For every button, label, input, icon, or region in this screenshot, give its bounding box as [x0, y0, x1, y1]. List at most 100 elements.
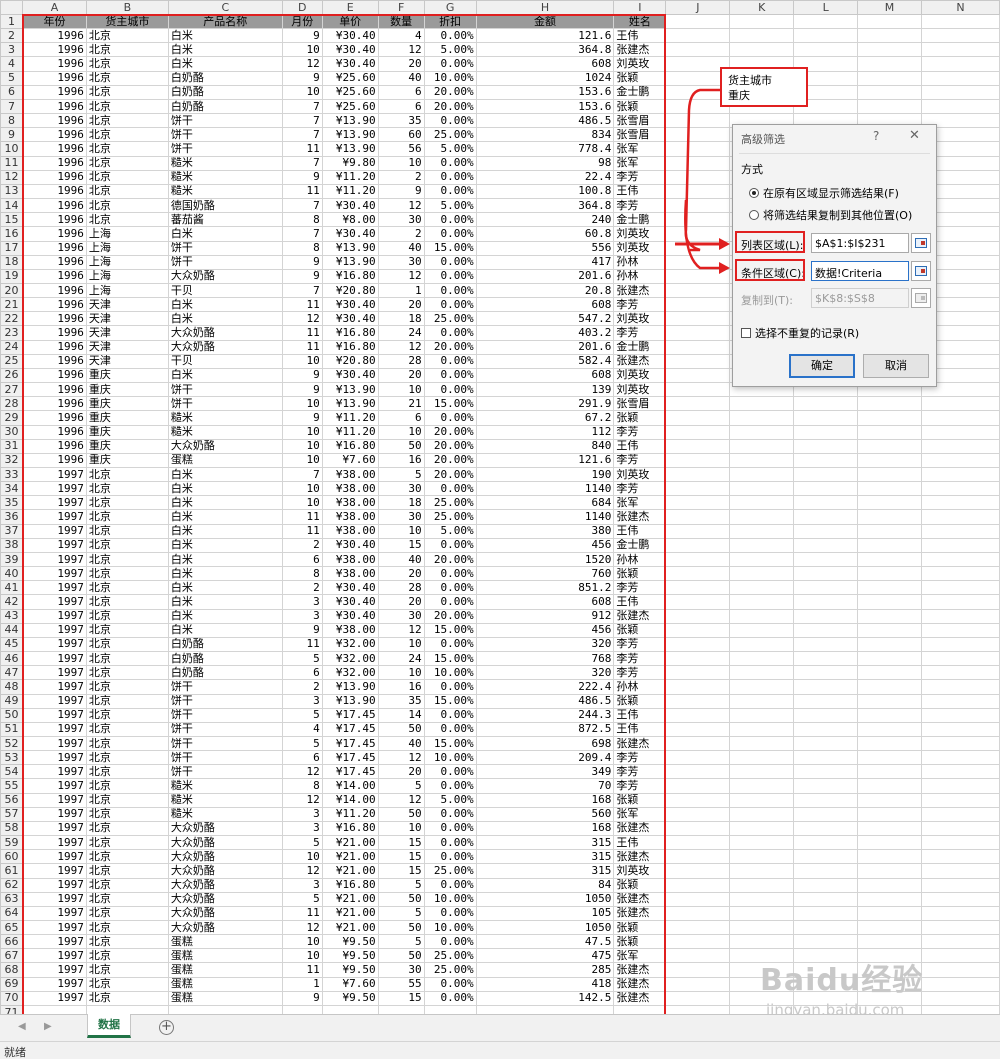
data-cell[interactable]: 干贝: [167, 353, 283, 369]
data-cell[interactable]: ¥20.80: [321, 282, 379, 299]
empty-cell[interactable]: [793, 509, 859, 525]
row-header[interactable]: 16: [0, 226, 23, 242]
data-cell[interactable]: 10: [377, 382, 425, 398]
data-cell[interactable]: 1: [281, 976, 323, 992]
empty-cell[interactable]: [729, 509, 795, 525]
empty-cell[interactable]: [857, 693, 922, 709]
data-cell[interactable]: 1520: [475, 551, 615, 568]
data-cell[interactable]: 364.8: [475, 42, 615, 58]
data-cell[interactable]: 北京: [85, 962, 169, 978]
data-cell[interactable]: 20.00%: [423, 608, 477, 624]
data-cell[interactable]: 50: [377, 919, 425, 936]
data-cell[interactable]: 白米: [167, 622, 283, 638]
empty-cell[interactable]: [921, 905, 1000, 922]
empty-cell[interactable]: [729, 580, 795, 596]
data-cell[interactable]: ¥16.80: [321, 820, 379, 837]
data-cell[interactable]: 684: [475, 495, 615, 511]
empty-cell[interactable]: [665, 183, 731, 200]
empty-cell[interactable]: [729, 665, 795, 681]
data-cell[interactable]: 0.00%: [423, 566, 477, 582]
data-cell[interactable]: 2: [377, 226, 425, 242]
data-cell[interactable]: 蛋糕: [167, 934, 283, 950]
data-cell[interactable]: 李芳: [613, 750, 667, 766]
empty-cell[interactable]: [857, 509, 922, 525]
data-cell[interactable]: 张颖: [613, 919, 667, 936]
empty-cell[interactable]: [921, 28, 1000, 44]
empty-cell[interactable]: [729, 863, 795, 879]
data-cell[interactable]: 12: [377, 339, 425, 355]
data-cell[interactable]: 0.00%: [423, 849, 477, 865]
data-cell[interactable]: 1996: [21, 325, 87, 341]
data-cell[interactable]: ¥30.40: [321, 367, 379, 384]
data-cell[interactable]: 糙米: [167, 183, 283, 200]
empty-cell[interactable]: [921, 98, 1000, 115]
data-cell[interactable]: 12: [281, 311, 323, 327]
data-cell[interactable]: ¥13.90: [321, 240, 379, 256]
empty-cell[interactable]: [857, 466, 922, 483]
empty-cell[interactable]: [793, 919, 859, 936]
data-cell[interactable]: ¥16.80: [321, 339, 379, 355]
data-cell[interactable]: 1996: [21, 56, 87, 72]
data-cell[interactable]: 2: [281, 679, 323, 695]
header-cell[interactable]: 产品名称: [167, 13, 283, 30]
empty-cell[interactable]: [665, 693, 731, 709]
data-cell[interactable]: ¥16.80: [321, 877, 379, 893]
empty-cell[interactable]: [793, 764, 859, 780]
data-cell[interactable]: 1996: [21, 268, 87, 284]
empty-cell[interactable]: [921, 42, 1000, 58]
data-cell[interactable]: 0.00%: [423, 990, 477, 1006]
data-cell[interactable]: 9: [281, 622, 323, 638]
row-header[interactable]: 62: [0, 877, 23, 893]
data-cell[interactable]: 蛋糕: [167, 990, 283, 1006]
data-cell[interactable]: 6: [377, 84, 425, 100]
empty-cell[interactable]: [857, 849, 922, 865]
empty-cell[interactable]: [793, 580, 859, 596]
data-cell[interactable]: 1997: [21, 693, 87, 709]
data-cell[interactable]: 北京: [85, 127, 169, 143]
row-header[interactable]: 40: [0, 566, 23, 582]
empty-cell[interactable]: [665, 410, 731, 426]
data-cell[interactable]: 418: [475, 976, 615, 992]
data-cell[interactable]: 北京: [85, 707, 169, 723]
data-cell[interactable]: 刘英玫: [613, 226, 667, 242]
data-cell[interactable]: 1997: [21, 792, 87, 808]
data-cell[interactable]: 50: [377, 891, 425, 907]
row-header[interactable]: 51: [0, 721, 23, 737]
criteria-range-input[interactable]: 数据!Criteria: [811, 261, 909, 281]
empty-cell[interactable]: [665, 537, 731, 553]
empty-cell[interactable]: [793, 594, 859, 610]
data-cell[interactable]: 608: [475, 594, 615, 610]
data-cell[interactable]: 1997: [21, 509, 87, 525]
empty-cell[interactable]: [921, 806, 1000, 822]
empty-cell[interactable]: [729, 636, 795, 653]
data-cell[interactable]: 北京: [85, 70, 169, 86]
data-cell[interactable]: 5: [281, 735, 323, 752]
data-cell[interactable]: 0.00%: [423, 806, 477, 822]
empty-cell[interactable]: [281, 1004, 323, 1014]
empty-cell[interactable]: [729, 990, 795, 1006]
empty-cell[interactable]: [793, 891, 859, 907]
empty-cell[interactable]: [793, 735, 859, 752]
column-header[interactable]: A: [21, 0, 87, 15]
row-header[interactable]: 48: [0, 679, 23, 695]
data-cell[interactable]: ¥30.40: [321, 311, 379, 327]
data-cell[interactable]: 12: [281, 863, 323, 879]
empty-cell[interactable]: [665, 651, 731, 667]
empty-cell[interactable]: [665, 551, 731, 568]
data-cell[interactable]: 北京: [85, 679, 169, 695]
data-cell[interactable]: 25.00%: [423, 948, 477, 964]
data-cell[interactable]: 20.00%: [423, 438, 477, 454]
row-header[interactable]: 55: [0, 778, 23, 794]
data-cell[interactable]: 16: [377, 452, 425, 469]
data-cell[interactable]: 30: [377, 212, 425, 228]
data-cell[interactable]: 白米: [167, 608, 283, 624]
empty-cell[interactable]: [729, 891, 795, 907]
data-cell[interactable]: 698: [475, 735, 615, 752]
data-cell[interactable]: 10.00%: [423, 891, 477, 907]
data-cell[interactable]: 1996: [21, 155, 87, 171]
data-cell[interactable]: 孙林: [613, 551, 667, 568]
sheet-tab-data[interactable]: 数据: [87, 1014, 131, 1038]
empty-cell[interactable]: [857, 438, 922, 454]
row-header[interactable]: 60: [0, 849, 23, 865]
data-cell[interactable]: 1996: [21, 212, 87, 228]
